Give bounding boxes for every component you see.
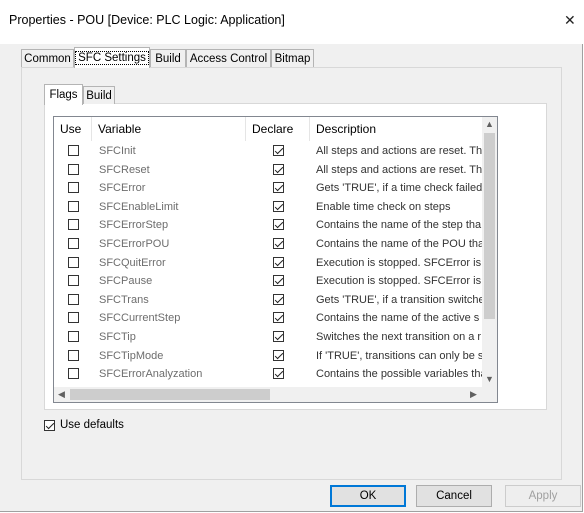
scroll-right-icon[interactable]: ▶ [466,387,481,402]
properties-dialog: Properties - POU [Device: PLC Logic: App… [0,0,583,512]
description-cell: Contains the possible variables tha [316,368,482,381]
use-checkbox[interactable] [68,219,79,231]
ok-button[interactable]: OK [330,485,406,507]
use-checkbox[interactable] [68,256,79,268]
window-title: Properties - POU [Device: PLC Logic: App… [9,13,285,27]
vertical-scrollbar[interactable]: ▲ ▼ [482,117,497,387]
variable-cell: SFCCurrentStep [99,312,181,325]
declare-checkbox[interactable] [273,331,284,342]
declare-checkbox[interactable] [273,219,284,231]
col-variable-header[interactable]: Variable [92,117,246,141]
table-row[interactable]: SFCEnableLimit Enable time check on steps [54,198,484,217]
use-checkbox[interactable] [68,368,79,380]
declare-checkbox[interactable] [273,200,284,212]
tab-build[interactable]: Build [150,49,186,67]
declare-checkbox[interactable] [273,238,284,249]
variable-cell: SFCQuitError [99,256,166,269]
scroll-corner [482,387,497,402]
variable-cell: SFCErrorPOU [99,238,170,250]
sfc-flags-table: Use Variable Declare Description SFCInit… [53,116,498,403]
declare-checkbox[interactable] [273,145,284,156]
col-description-header[interactable]: Description [310,117,484,141]
use-checkbox[interactable] [68,331,79,342]
tab-access-control[interactable]: Access Control [186,49,271,67]
col-declare-header[interactable]: Declare [246,117,310,141]
use-checkbox[interactable] [68,312,79,324]
table-row[interactable]: SFCPause Execution is stopped. SFCError i… [54,272,484,291]
variable-cell: SFCPause [99,275,153,288]
declare-checkbox[interactable] [273,293,284,305]
use-checkbox[interactable] [68,200,79,212]
description-cell: Enable time check on steps [316,200,451,213]
variable-cell: SFCTip [99,331,136,343]
table-row[interactable]: SFCErrorAnalyzation Contains the possible… [54,365,484,384]
description-cell: All steps and actions are reset. Th [316,163,482,176]
table-row[interactable]: SFCTipMode If 'TRUE', transitions can onl… [54,347,484,366]
declare-checkbox[interactable] [273,312,284,324]
table-row[interactable]: SFCError Gets 'TRUE', if a time check fai… [54,179,484,198]
table-row[interactable]: SFCQuitError Execution is stopped. SFCErr… [54,254,484,273]
description-cell: Contains the name of the active s [316,312,480,325]
col-use-header[interactable]: Use [54,117,92,141]
description-cell: Execution is stopped. SFCError is r [316,275,482,288]
table-row[interactable]: SFCTip Switches the next transition on a … [54,328,484,347]
variable-cell: SFCEnableLimit [99,200,179,213]
table-row[interactable]: SFCInit All steps and actions are reset. … [54,142,484,161]
cancel-button[interactable]: Cancel [416,485,492,507]
use-defaults-checkbox[interactable] [44,420,55,431]
description-cell: Contains the name of the step tha [316,219,482,232]
scroll-left-icon[interactable]: ◀ [54,387,69,402]
declare-checkbox[interactable] [273,368,284,380]
declare-checkbox[interactable] [273,349,284,361]
description-cell: Gets 'TRUE', if a transition switche [316,293,482,306]
scroll-down-icon[interactable]: ▼ [482,372,497,387]
table-row[interactable]: SFCErrorPOU Contains the name of the POU … [54,235,484,254]
use-checkbox[interactable] [68,293,79,305]
description-cell: Switches the next transition on a r [316,331,482,343]
table-row[interactable]: SFCTrans Gets 'TRUE', if a transition swi… [54,291,484,310]
tab-sfc-settings-label: SFC Settings [75,51,149,65]
use-checkbox[interactable] [68,238,79,249]
use-defaults-label: Use defaults [60,419,124,431]
variable-cell: SFCInit [99,145,136,157]
close-icon[interactable]: ✕ [564,12,576,29]
tab-sfc-settings[interactable]: SFC Settings [74,47,150,68]
tab-inner-build[interactable]: Build [83,86,115,104]
use-checkbox[interactable] [68,275,79,287]
tab-common[interactable]: Common [21,49,74,67]
horizontal-scrollbar[interactable]: ◀ ▶ [54,387,482,402]
table-row[interactable]: SFCErrorStep Contains the name of the ste… [54,216,484,235]
description-cell: All steps and actions are reset. Th [316,145,482,157]
apply-button[interactable]: Apply [505,485,581,507]
use-checkbox[interactable] [68,182,79,194]
description-cell: Execution is stopped. SFCError is r [316,256,482,269]
use-checkbox[interactable] [68,349,79,361]
variable-cell: SFCErrorStep [99,219,169,232]
table-row[interactable]: SFCCurrentStep Contains the name of the a… [54,309,484,328]
variable-cell: SFCTrans [99,293,149,306]
declare-checkbox[interactable] [273,256,284,268]
table-header: Use Variable Declare Description [54,117,484,141]
description-cell: Contains the name of the POU tha [316,238,482,250]
title-bar: Properties - POU [Device: PLC Logic: App… [0,0,583,44]
use-checkbox[interactable] [68,163,79,175]
declare-checkbox[interactable] [273,163,284,175]
scroll-up-icon[interactable]: ▲ [482,117,497,132]
horizontal-scroll-thumb[interactable] [70,389,270,400]
vertical-scroll-thumb[interactable] [484,133,495,319]
tab-flags[interactable]: Flags [44,84,83,105]
variable-cell: SFCTipMode [99,349,164,362]
description-cell: Gets 'TRUE', if a time check failed. [316,182,482,195]
tab-bitmap[interactable]: Bitmap [271,49,314,67]
variable-cell: SFCReset [99,163,150,176]
use-checkbox[interactable] [68,145,79,156]
table-row[interactable]: SFCReset All steps and actions are reset.… [54,161,484,180]
variable-cell: SFCErrorAnalyzation [99,368,203,381]
description-cell: If 'TRUE', transitions can only be s [316,349,482,362]
declare-checkbox[interactable] [273,275,284,287]
variable-cell: SFCError [99,182,146,195]
declare-checkbox[interactable] [273,182,284,194]
